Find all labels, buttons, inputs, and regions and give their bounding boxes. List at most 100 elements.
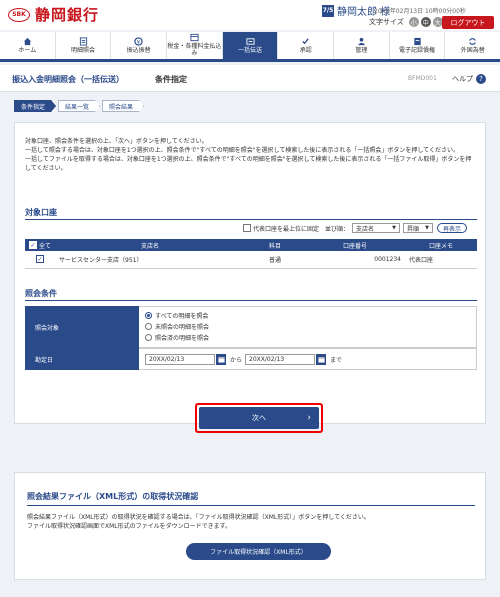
number-cell: 0001234 (305, 251, 405, 269)
nav-label: ホーム (18, 46, 37, 54)
screen-id: BFMD001 (408, 75, 437, 82)
xml-text-line: ファイル取得状況確認画面でXML形式のファイルをダウンロードできます。 (27, 523, 232, 530)
from-separator: から (230, 356, 243, 364)
radio-button-selected[interactable] (145, 312, 152, 319)
column-header-all[interactable]: ✓ 全て (25, 239, 55, 251)
account-checkbox[interactable]: ✓ (36, 255, 44, 264)
radio-all[interactable]: すべての明細を照会 (145, 310, 470, 321)
logout-button[interactable]: ログアウト (442, 16, 494, 29)
nav-label: 税金・各種料金払込み (167, 43, 222, 57)
radio-button[interactable] (145, 334, 152, 341)
next-button-highlight: 次へ › (195, 403, 323, 433)
bank-name: 静岡銀行 (35, 6, 100, 24)
instruction-text: 一括してファイルを取得する場合は、対象口座を1つ選択の上、照会条件で"すべての明… (25, 156, 472, 172)
font-size-switcher: 文字サイズ 小 中 大 (369, 17, 443, 27)
date-label: 勘定日 (25, 348, 139, 370)
nav-label: 電子記録債権 (399, 46, 436, 54)
inquiry-target-label: 照会対象 (25, 306, 139, 348)
nav-label: 外国為替 (460, 46, 485, 54)
next-button[interactable]: 次へ › (199, 407, 319, 429)
column-header-number: 口座番号 (305, 239, 405, 251)
radio-label: 照会済の明細を照会 (155, 335, 210, 342)
section-divider (27, 505, 475, 506)
nav-item-transfer[interactable]: ¥ 振込振替 (110, 32, 166, 59)
next-button-label: 次へ (252, 414, 266, 422)
account-table: ✓ 全て 支店名 科目 口座番号 口座メモ ✓ サービスセンター支店（951） 普… (25, 239, 477, 269)
inquiry-target-row: 照会対象 すべての明細を照会 未照会の明細を照会 照会済の明細を照会 (25, 306, 477, 348)
bank-logo[interactable]: SBK 静岡銀行 (8, 4, 99, 25)
nav-item-tax-payment[interactable]: 税金・各種料金払込み (166, 32, 222, 59)
bank-logo-mark-icon: SBK (8, 7, 30, 22)
nav-label: 管理 (355, 46, 368, 54)
receivable-icon (413, 37, 422, 46)
xml-section-title: 照会結果ファイル（XML形式）の取得状況確認 (27, 492, 199, 501)
instruction-text: 対象口座、照会条件を選択の上、「次へ」ボタンを押してください。 (25, 138, 208, 145)
global-nav: ホーム 明細照会 ¥ 振込振替 税金・各種料金払込み 一括伝送 承認 管理 電子… (0, 32, 500, 62)
forex-icon (468, 37, 477, 46)
page-subtitle: 条件指定 (155, 75, 187, 84)
memo-cell: 代表口座 (405, 251, 477, 269)
login-time: 20XX年02月13日 10時00分00秒 (374, 8, 466, 15)
check-icon: ✓ (28, 241, 37, 249)
sort-select[interactable]: 支店名 ▼ (352, 223, 401, 233)
title-bar: 振込入金明細照会（一括伝送） 条件指定 BFMD001 ヘルプ ? (0, 65, 500, 92)
nav-item-statement[interactable]: 明細照会 (54, 32, 111, 59)
column-header-branch: 支店名 (55, 239, 245, 251)
branch-cell: サービスセンター支店（951） (55, 251, 245, 269)
nav-item-receivable[interactable]: 電子記録債権 (388, 32, 445, 59)
radio-read[interactable]: 照会済の明細を照会 (145, 332, 470, 343)
date-from-input[interactable]: 20XX/02/13 (145, 353, 215, 365)
calendar-icon[interactable] (316, 353, 327, 365)
nav-item-approval[interactable]: 承認 (277, 32, 333, 59)
chevron-right-icon: › (307, 413, 311, 423)
approval-icon (301, 37, 310, 46)
xml-status-panel: 照会結果ファイル（XML形式）の取得状況確認 照会結果ファイル（XML形式）の取… (14, 472, 486, 580)
nav-item-forex[interactable]: 外国為替 (444, 32, 500, 59)
all-label: 全て (38, 242, 51, 250)
help-label: ヘルプ (452, 75, 473, 83)
account-controls: 代表口座を最上位に固定 並び順： 支店名 ▼ 昇順 ▼ 再表示 (243, 223, 468, 233)
help-link[interactable]: ヘルプ ? (452, 74, 486, 84)
radio-label: 未照会の明細を照会 (155, 324, 210, 331)
nav-item-management[interactable]: 管理 (333, 32, 389, 59)
order-select[interactable]: 昇順 ▼ (403, 223, 434, 233)
conditions-section-title: 照会条件 (25, 289, 57, 298)
home-icon (23, 37, 32, 46)
instruction-text: 一括して照会する場合は、対象口座を1つ選択の上、照会条件で"すべての明細を照会"… (25, 147, 459, 154)
user-badge-icon: 7/5 (322, 4, 334, 17)
statement-icon (79, 37, 88, 46)
radio-label: すべての明細を照会 (155, 313, 209, 320)
radio-unread[interactable]: 未照会の明細を照会 (145, 321, 470, 332)
top-fix-checkbox[interactable] (243, 224, 251, 232)
font-size-medium-button[interactable]: 中 (420, 17, 431, 27)
radio-button[interactable] (145, 323, 152, 330)
instructions: 対象口座、照会条件を選択の上、「次へ」ボタンを押してください。 一括して照会する… (25, 137, 477, 173)
step-condition: 条件指定 (14, 100, 56, 112)
order-value: 昇順 (407, 225, 420, 233)
calendar-icon[interactable] (216, 353, 226, 365)
type-cell: 普通 (245, 251, 305, 269)
chevron-down-icon: ▼ (392, 225, 397, 231)
tax-payment-icon (190, 33, 199, 42)
step-result-list: 結果一覧 (58, 100, 100, 112)
nav-item-bulk-transfer[interactable]: 一括伝送 (221, 32, 278, 59)
nav-label: 承認 (299, 46, 312, 54)
font-size-small-button[interactable]: 小 (408, 17, 419, 27)
header: SBK 静岡銀行 7/5 静岡太郎 様 20XX年02月13日 10時00分00… (0, 0, 500, 30)
bulk-transfer-icon (245, 37, 255, 46)
date-to-input[interactable]: 20XX/02/13 (245, 353, 316, 365)
to-separator: まで (330, 356, 343, 364)
column-header-memo: 口座メモ (405, 239, 477, 251)
section-divider (25, 300, 477, 301)
section-divider (25, 219, 477, 220)
svg-text:¥: ¥ (137, 39, 141, 45)
nav-item-home[interactable]: ホーム (0, 32, 55, 59)
xml-status-button[interactable]: ファイル取得状況確認（XML形式） (186, 543, 331, 560)
redisplay-button[interactable]: 再表示 (437, 223, 468, 233)
column-header-type: 科目 (245, 239, 305, 251)
date-row: 勘定日 20XX/02/13 から 20XX/02/13 まで (25, 348, 477, 370)
sort-value: 支店名 (356, 225, 375, 233)
date-range: 20XX/02/13 から 20XX/02/13 まで (139, 348, 477, 370)
transfer-icon: ¥ (134, 37, 143, 46)
sort-label: 並び順： (325, 225, 350, 233)
